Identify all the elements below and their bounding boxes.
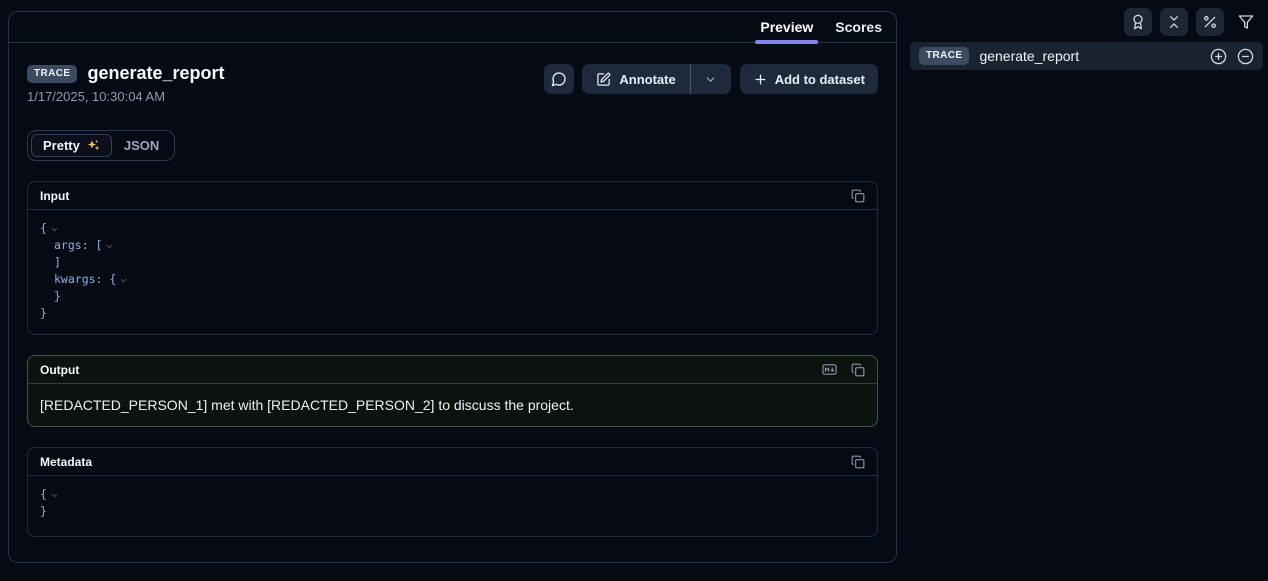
chevron-down-icon: [704, 73, 717, 86]
page-title: generate_report: [87, 63, 224, 84]
input-json-viewer: { args: [ ] kwargs: { } }: [28, 210, 877, 334]
add-to-dataset-button[interactable]: Add to dataset: [740, 64, 878, 94]
view-mode-toggle: Pretty JSON: [27, 130, 175, 161]
metadata-json-viewer: { }: [28, 476, 877, 536]
input-section: Input { args: [ ] kwargs: { } }: [27, 181, 878, 335]
chevron-down-icon[interactable]: [50, 225, 59, 234]
copy-icon[interactable]: [851, 189, 865, 203]
collapse-all-button[interactable]: [1160, 8, 1188, 36]
toggle-json[interactable]: JSON: [112, 134, 171, 157]
filter-icon: [1238, 14, 1254, 30]
circle-minus-icon[interactable]: [1237, 48, 1254, 65]
tab-scores[interactable]: Scores: [835, 12, 882, 42]
trace-row-label: generate_report: [979, 48, 1079, 64]
json-line: kwargs: {: [40, 271, 865, 288]
trace-type-badge: TRACE: [919, 47, 969, 65]
copy-icon[interactable]: [851, 455, 865, 469]
pretty-label: Pretty: [43, 138, 80, 153]
circle-plus-icon[interactable]: [1210, 48, 1227, 65]
toggle-pretty[interactable]: Pretty: [31, 134, 112, 157]
tab-preview[interactable]: Preview: [760, 12, 813, 42]
trace-timestamp: 1/17/2025, 10:30:04 AM: [27, 89, 225, 104]
output-section: Output [REDACTED_PERSON_1] met with [RED…: [27, 355, 878, 427]
chevron-down-icon[interactable]: [50, 491, 59, 500]
metadata-section: Metadata { }: [27, 447, 878, 537]
percent-icon: [1202, 14, 1218, 30]
add-to-dataset-label: Add to dataset: [775, 72, 865, 87]
square-pen-icon: [596, 72, 611, 87]
annotate-dropdown-button[interactable]: [691, 64, 731, 94]
message-circle-icon: [551, 71, 567, 87]
filter-button[interactable]: [1232, 8, 1260, 36]
chevrons-down-up-icon: [1166, 14, 1182, 30]
trace-tree-row[interactable]: TRACE generate_report: [910, 42, 1263, 70]
json-line: ]: [40, 254, 865, 271]
json-line: {: [40, 220, 865, 237]
annotate-button-label: Annotate: [619, 72, 675, 87]
trace-header: TRACE generate_report 1/17/2025, 10:30:0…: [27, 63, 225, 104]
markdown-toggle-icon[interactable]: [820, 362, 839, 377]
output-text: [REDACTED_PERSON_1] met with [REDACTED_P…: [28, 384, 877, 426]
json-line: args: [: [40, 237, 865, 254]
annotate-split-button: Annotate: [582, 64, 730, 94]
json-line: }: [40, 503, 865, 520]
metrics-button[interactable]: [1196, 8, 1224, 36]
comment-button[interactable]: [544, 64, 574, 94]
trace-type-badge: TRACE: [27, 65, 77, 83]
award-icon: [1130, 14, 1146, 30]
json-line: {: [40, 486, 865, 503]
award-button[interactable]: [1124, 8, 1152, 36]
json-line: }: [40, 305, 865, 322]
sparkles-icon: [86, 139, 100, 152]
tree-toolbar: [1124, 8, 1260, 36]
chevron-down-icon[interactable]: [119, 276, 128, 285]
preview-tabbar: Preview Scores: [9, 12, 896, 43]
annotate-button[interactable]: Annotate: [582, 64, 689, 94]
copy-icon[interactable]: [851, 363, 865, 377]
trace-preview-panel: Preview Scores TRACE generate_report 1/1…: [8, 11, 897, 563]
trace-actions: Annotate Add to dataset: [544, 64, 878, 94]
chevron-down-icon[interactable]: [105, 242, 114, 251]
json-line: }: [40, 288, 865, 305]
input-section-title: Input: [40, 189, 69, 203]
plus-icon: [753, 72, 768, 87]
metadata-section-title: Metadata: [40, 455, 92, 469]
output-section-title: Output: [40, 363, 79, 377]
